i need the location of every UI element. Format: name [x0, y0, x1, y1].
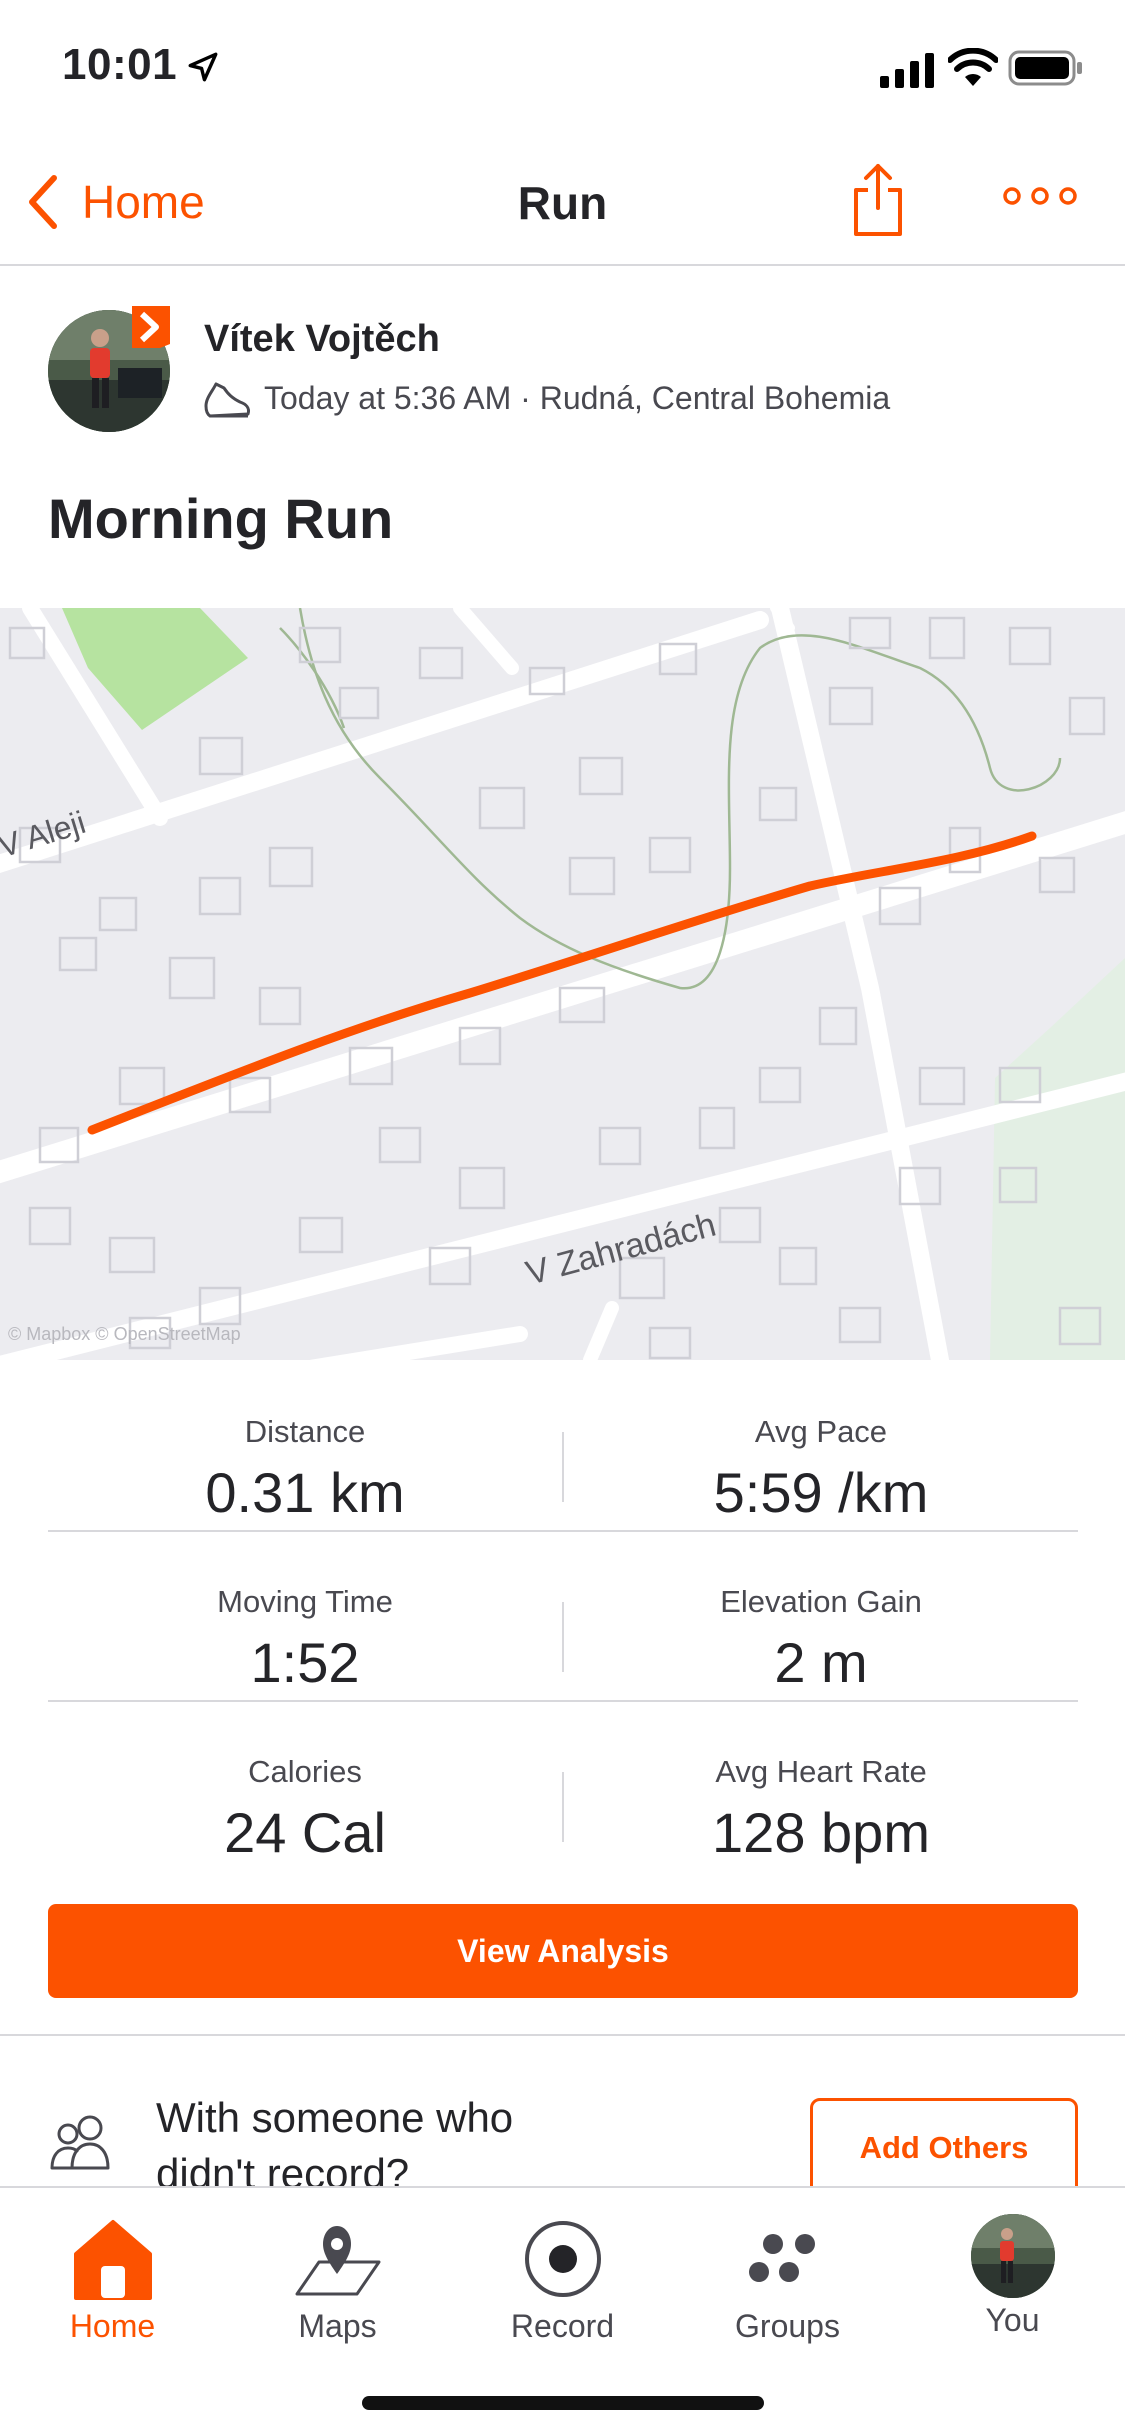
avatar	[970, 2214, 1055, 2298]
status-bar: 10:01	[0, 0, 1125, 140]
stat-value: 1:52	[250, 1631, 360, 1694]
tab-label: You	[985, 2302, 1040, 2338]
stat-row: Distance 0.31 km Avg Pace 5:59 /km	[48, 1362, 1078, 1532]
stat-value: 24 Cal	[224, 1801, 386, 1864]
activity-meta: Today at 5:36 AM · Rudná, Central Bohemi…	[264, 380, 891, 416]
stat-value: 2 m	[774, 1631, 868, 1694]
navigation-bar: Home Run	[0, 140, 1125, 266]
stat-calories: Calories 24 Cal	[48, 1754, 562, 1865]
athlete-name[interactable]: Vítek Vojtěch	[204, 318, 440, 361]
divider	[0, 2034, 1125, 2036]
tab-label: Home	[69, 2308, 156, 2344]
stat-label: Elevation Gain	[720, 1584, 922, 1619]
tab-maps[interactable]: Maps	[225, 2202, 450, 2352]
tab-home[interactable]: Home	[0, 2202, 225, 2352]
home-indicator[interactable]	[362, 2396, 764, 2410]
stat-label: Avg Pace	[754, 1414, 888, 1449]
stat-row: Calories 24 Cal Avg Heart Rate 128 bpm	[48, 1702, 1078, 1872]
tab-you[interactable]: You	[900, 2202, 1125, 2352]
stat-label: Calories	[248, 1754, 362, 1789]
stat-elevation-gain: Elevation Gain 2 m	[564, 1584, 1078, 1695]
map-attribution[interactable]: © Mapbox © OpenStreetMap	[8, 1324, 241, 1345]
activity-header: Vítek Vojtěch Today at 5:36 AM · Rudná, …	[0, 268, 1125, 598]
stat-value: 5:59 /km	[713, 1461, 929, 1524]
map-pin-icon	[295, 2226, 380, 2296]
page-title: Run	[517, 177, 608, 229]
people-icon	[50, 2115, 110, 2170]
stat-value: 0.31 km	[205, 1461, 405, 1524]
route-map[interactable]: V Aleji V Zahradách © Mapbox © OpenStree…	[0, 608, 1125, 1360]
shoe-icon	[204, 382, 250, 418]
stat-avg-heart-rate: Avg Heart Rate 128 bpm	[564, 1754, 1078, 1865]
tab-label: Maps	[298, 2308, 377, 2344]
stat-label: Moving Time	[217, 1584, 393, 1619]
stat-label: Avg Heart Rate	[715, 1754, 927, 1789]
tab-record[interactable]: Record	[450, 2202, 675, 2352]
add-others-prompt: With someone who didn't record?	[156, 2094, 514, 2186]
stat-row: Moving Time 1:52 Elevation Gain 2 m	[48, 1532, 1078, 1702]
status-time: 10:01	[62, 40, 178, 89]
more-options-icon[interactable]	[1000, 176, 1080, 216]
location-arrow-icon	[188, 52, 218, 82]
stats-grid: Distance 0.31 km Avg Pace 5:59 /km Movin…	[48, 1362, 1078, 1872]
view-analysis-button[interactable]: View Analysis	[48, 1904, 1078, 1998]
activity-title: Morning Run	[48, 487, 394, 550]
stat-distance: Distance 0.31 km	[48, 1414, 562, 1525]
wifi-icon	[948, 48, 998, 86]
battery-icon	[1008, 50, 1082, 86]
stat-value: 128 bpm	[712, 1801, 930, 1864]
tab-groups[interactable]: Groups	[675, 2202, 900, 2352]
tab-label: Groups	[735, 2308, 840, 2344]
stat-avg-pace: Avg Pace 5:59 /km	[564, 1414, 1078, 1525]
groups-icon	[748, 2234, 815, 2282]
record-icon	[524, 2221, 601, 2297]
stat-moving-time: Moving Time 1:52	[48, 1584, 562, 1695]
tab-label: Record	[510, 2308, 615, 2344]
subscriber-badge-icon	[132, 306, 170, 348]
add-others-button[interactable]: Add Others	[810, 2098, 1078, 2198]
stat-label: Distance	[244, 1414, 366, 1449]
home-icon	[73, 2220, 152, 2300]
share-icon[interactable]	[848, 160, 908, 240]
signal-icon	[880, 53, 934, 88]
